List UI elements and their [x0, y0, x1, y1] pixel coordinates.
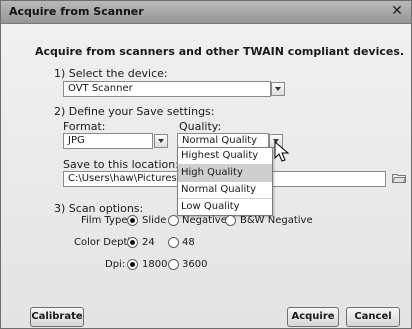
film-slide-label: Slide	[142, 215, 167, 226]
quality-option-highest[interactable]: Highest Quality	[178, 148, 272, 165]
acquire-button[interactable]: Acquire	[287, 307, 339, 327]
quality-option-low[interactable]: Low Quality	[178, 199, 272, 215]
title-bar[interactable]: Acquire from Scanner ✕	[1, 1, 411, 24]
device-select[interactable]: OVT Scanner	[63, 81, 271, 97]
film-bw-negative-label: B&W Negative	[240, 215, 313, 226]
scanner-dialog: Acquire from Scanner ✕ Acquire from scan…	[0, 0, 412, 329]
location-label: Save to this location:	[63, 158, 179, 171]
dpi-1800-radio[interactable]	[127, 259, 138, 270]
film-negative-radio[interactable]	[168, 215, 179, 226]
folder-icon[interactable]	[392, 173, 406, 183]
color-depth-48-label: 48	[182, 237, 195, 248]
chevron-down-icon	[158, 139, 164, 143]
close-icon[interactable]: ✕	[389, 3, 405, 19]
dialog-heading: Acquire from scanners and other TWAIN co…	[35, 45, 405, 58]
format-dropdown-button[interactable]	[154, 134, 168, 148]
dpi-3600-label: 3600	[182, 259, 208, 270]
cancel-button[interactable]: Cancel	[346, 307, 400, 327]
film-type-label: Film Type:	[81, 215, 131, 226]
format-select[interactable]: JPG	[63, 133, 153, 149]
film-negative-label: Negative	[182, 215, 227, 226]
quality-option-normal[interactable]: Normal Quality	[178, 182, 272, 199]
quality-dropdown-list: Highest Quality High Quality Normal Qual…	[177, 147, 273, 216]
film-bw-negative-radio[interactable]	[225, 215, 236, 226]
chevron-down-icon	[275, 87, 281, 91]
window-title: Acquire from Scanner	[9, 5, 144, 18]
scan-section-label: 3) Scan options:	[54, 202, 144, 215]
calibrate-button[interactable]: Calibrate	[30, 307, 84, 327]
color-depth-24-radio[interactable]	[127, 237, 138, 248]
mouse-pointer-icon	[274, 141, 290, 162]
quality-label: Quality:	[179, 120, 222, 133]
dpi-3600-radio[interactable]	[168, 259, 179, 270]
dpi-label: Dpi:	[105, 259, 126, 270]
film-slide-radio[interactable]	[127, 215, 138, 226]
format-label: Format:	[63, 120, 106, 133]
color-depth-48-radio[interactable]	[168, 237, 179, 248]
dpi-1800-label: 1800	[142, 259, 168, 270]
device-section-label: 1) Select the device:	[54, 67, 168, 80]
device-dropdown-button[interactable]	[271, 82, 285, 96]
color-depth-24-label: 24	[142, 237, 155, 248]
quality-option-high[interactable]: High Quality	[178, 165, 272, 182]
save-section-label: 2) Define your Save settings:	[54, 105, 215, 118]
